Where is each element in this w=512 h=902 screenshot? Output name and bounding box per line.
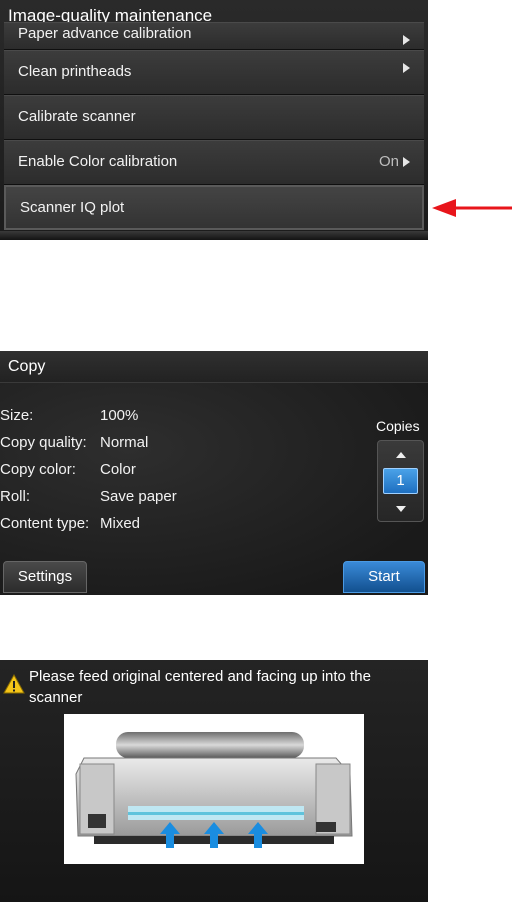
copies-label: Copies <box>376 418 420 434</box>
menu-item-label: Paper advance calibration <box>18 25 192 42</box>
menu-item-label: Enable Color calibration <box>18 153 178 170</box>
menu-item-scanner-iq-plot[interactable]: Scanner IQ plot <box>4 185 424 230</box>
field-value: Mixed <box>100 515 141 532</box>
chevron-right-icon <box>403 35 410 45</box>
maintenance-menu: Paper advance calibration Clean printhea… <box>4 22 424 230</box>
field-label: Size: <box>0 407 34 424</box>
field-value: Save paper <box>100 488 177 505</box>
menu-item-calibrate-scanner[interactable]: Calibrate scanner <box>4 95 424 140</box>
menu-item-label: Calibrate scanner <box>18 108 136 125</box>
scanner-illustration <box>64 714 364 864</box>
chevron-right-icon <box>403 156 410 167</box>
chevron-right-icon <box>403 63 410 73</box>
menu-item-chevron <box>403 63 410 73</box>
copy-header: Copy <box>0 351 428 383</box>
menu-item-label: Scanner IQ plot <box>20 199 125 216</box>
field-value: Color <box>100 461 136 478</box>
field-label: Copy quality: <box>0 434 87 451</box>
copy-screen: Copy Size: 100% Copy quality: Normal Cop… <box>0 351 428 595</box>
copies-count[interactable]: 1 <box>383 468 418 494</box>
printer-feed-icon <box>75 732 353 848</box>
arrow-down-icon <box>395 506 406 512</box>
color-calibration-status: On <box>378 153 399 170</box>
arrow-up-icon <box>395 452 406 458</box>
field-label: Roll: <box>0 488 31 505</box>
feed-original-screen: Please feed original centered and facing… <box>0 660 428 902</box>
copies-stepper: 1 <box>377 440 424 522</box>
field-value: 100% <box>100 407 139 424</box>
menu-item-chevron <box>403 35 410 45</box>
scan-instruction-message: Please feed original centered and facing… <box>29 668 371 706</box>
warning-icon <box>3 674 25 694</box>
field-label: Content type: <box>0 515 90 532</box>
page-title: Copy <box>8 358 46 375</box>
copies-increment-button[interactable] <box>378 445 423 465</box>
red-pointer-arrow-icon <box>432 199 512 217</box>
field-label: Copy color: <box>0 461 76 478</box>
settings-button[interactable]: Settings <box>3 561 87 593</box>
menu-item-clean-printheads[interactable]: Clean printheads <box>4 50 424 95</box>
image-quality-maintenance-screen: Image-quality maintenance Paper advance … <box>0 0 428 240</box>
screen-bottom-edge <box>0 231 428 240</box>
copies-decrement-button[interactable] <box>378 499 423 519</box>
menu-item-paper-advance-calibration[interactable]: Paper advance calibration <box>4 22 424 50</box>
menu-item-enable-color-calibration[interactable]: Enable Color calibration On <box>4 140 424 185</box>
field-value: Normal <box>100 434 149 451</box>
start-button[interactable]: Start <box>343 561 425 593</box>
menu-item-label: Clean printheads <box>18 63 132 80</box>
menu-item-value: On <box>379 153 410 170</box>
